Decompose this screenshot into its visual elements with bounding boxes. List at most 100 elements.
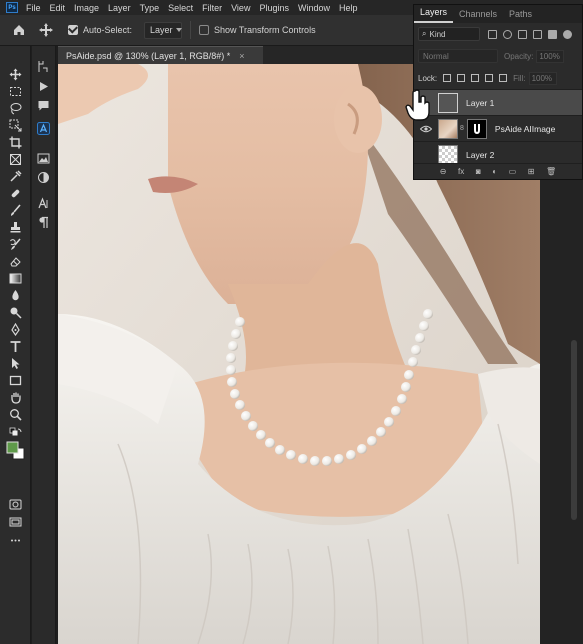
object-selection-icon[interactable]	[9, 119, 22, 132]
healing-brush-icon[interactable]	[9, 187, 22, 200]
eye-icon[interactable]	[420, 125, 432, 133]
menu-plugins[interactable]: Plugins	[259, 3, 289, 13]
menu-window[interactable]: Window	[298, 3, 330, 13]
lock-transparency-icon[interactable]	[443, 74, 452, 82]
link-icon: 8	[460, 125, 464, 132]
pixel-filter-icon[interactable]	[488, 29, 497, 39]
screen-mode-icon[interactable]	[9, 516, 22, 529]
path-selection-icon[interactable]	[9, 357, 22, 370]
layer-name: PsAide AIImage	[494, 123, 556, 134]
clone-stamp-icon[interactable]	[9, 221, 22, 234]
chevron-down-icon	[175, 28, 182, 32]
play-icon[interactable]	[37, 80, 50, 93]
new-layer-icon[interactable]: ⊞	[528, 167, 535, 176]
eyedropper-icon[interactable]	[9, 170, 22, 183]
type-filter-icon[interactable]	[518, 29, 527, 39]
close-tab-icon[interactable]: ×	[239, 51, 244, 61]
menu-view[interactable]: View	[231, 3, 250, 13]
shape-filter-icon[interactable]	[533, 29, 542, 39]
auto-select-checkbox[interactable]	[68, 25, 78, 35]
color-swatches[interactable]	[6, 441, 26, 461]
adjustment-filter-icon[interactable]	[503, 29, 512, 39]
layer-name: Layer 2	[466, 149, 495, 160]
layer-mask-thumbnail[interactable]	[466, 118, 487, 139]
document-tab[interactable]: PsAide.psd @ 130% (Layer 1, RGB/8#) * ×	[58, 46, 263, 64]
quick-mask-icon[interactable]	[9, 498, 22, 511]
auto-select-target-dropdown[interactable]: Layer	[144, 21, 183, 39]
tab-paths[interactable]: Paths	[503, 9, 538, 23]
tab-channels[interactable]: Channels	[453, 9, 503, 23]
history-brush-icon[interactable]	[9, 238, 22, 251]
menu-filter[interactable]: Filter	[202, 3, 222, 13]
move-icon[interactable]	[9, 68, 22, 81]
gradient-icon[interactable]	[9, 272, 22, 285]
crop-icon[interactable]	[9, 136, 22, 149]
layer-thumbnail	[438, 118, 458, 139]
lock-row: Lock: Fill: 100%	[414, 67, 582, 89]
blur-icon[interactable]	[9, 289, 22, 302]
lock-position-icon[interactable]	[471, 74, 480, 82]
fx-button[interactable]: fx	[458, 167, 464, 176]
menu-layer[interactable]: Layer	[108, 3, 131, 13]
smart-object-filter-icon[interactable]	[548, 29, 557, 39]
opacity-label: Opacity:	[504, 51, 534, 61]
opacity-input[interactable]: 100%	[536, 49, 565, 63]
tab-strip	[263, 46, 413, 64]
auto-select-label: Auto-Select:	[83, 25, 133, 35]
kind-filter-dropdown[interactable]: ⌕ Kind	[418, 27, 480, 41]
frame-icon[interactable]	[9, 153, 22, 166]
paragraph-icon[interactable]	[37, 216, 50, 229]
blend-row: Normal Opacity: 100%	[414, 45, 582, 67]
zoom-icon[interactable]	[9, 408, 22, 421]
menu-type[interactable]: Type	[140, 3, 160, 13]
search-icon: ⌕	[422, 29, 427, 38]
menu-image[interactable]: Image	[74, 3, 99, 13]
layer-row-layer-1[interactable]: Layer 1	[414, 89, 582, 115]
history-icon[interactable]	[37, 60, 50, 73]
blend-mode-dropdown[interactable]: Normal	[418, 49, 498, 63]
comment-icon[interactable]	[37, 99, 50, 112]
adjustment-layer-icon[interactable]: ◐	[492, 167, 497, 176]
lock-all-icon[interactable]	[499, 74, 508, 82]
link-layers-icon[interactable]: ⊖	[440, 167, 447, 176]
move-tool-icon[interactable]	[38, 22, 54, 38]
menu-file[interactable]: File	[26, 3, 41, 13]
eraser-icon[interactable]	[9, 255, 22, 268]
layer-row-psaide-aiimage[interactable]: 8 PsAide AIImage	[414, 115, 582, 141]
menu-help[interactable]: Help	[339, 3, 358, 13]
rectangle-icon[interactable]	[9, 374, 22, 387]
default-colors-icon[interactable]	[9, 427, 22, 440]
adjustments-icon[interactable]	[37, 171, 50, 184]
visibility-placeholder[interactable]	[420, 151, 432, 159]
lock-label: Lock:	[418, 73, 438, 83]
vertical-scrollbar[interactable]	[571, 340, 577, 520]
lock-icons	[443, 74, 508, 82]
filter-toggle-icon[interactable]	[563, 29, 572, 39]
filter-icons	[488, 29, 572, 39]
lasso-icon[interactable]	[9, 102, 22, 115]
lock-image-icon[interactable]	[457, 74, 466, 82]
menu-select[interactable]: Select	[168, 3, 193, 13]
folder-icon[interactable]: ▭	[509, 167, 517, 176]
brush-icon[interactable]	[9, 204, 22, 217]
tab-layers[interactable]: Layers	[414, 7, 454, 23]
dodge-icon[interactable]	[9, 306, 22, 319]
hand-icon[interactable]	[9, 391, 22, 404]
marquee-icon[interactable]	[9, 85, 22, 98]
type-icon[interactable]	[9, 340, 22, 353]
auto-select-target-value: Layer	[150, 25, 173, 35]
home-icon[interactable]	[12, 23, 26, 37]
fill-input[interactable]: 100%	[528, 71, 557, 85]
trash-icon[interactable]: 🗑	[546, 167, 556, 176]
image-panel-icon[interactable]	[37, 152, 50, 165]
document-title: PsAide.psd @ 130% (Layer 1, RGB/8#) *	[66, 50, 231, 61]
lock-artboard-icon[interactable]	[485, 74, 494, 82]
add-mask-icon[interactable]: ◙	[476, 167, 481, 176]
pen-icon[interactable]	[9, 323, 22, 336]
edit-toolbar-icon[interactable]	[9, 534, 22, 547]
transform-controls-checkbox[interactable]	[199, 25, 210, 35]
menu-edit[interactable]: Edit	[50, 3, 66, 13]
photoshop-logo: Ps	[6, 2, 18, 13]
psaide-plugin-icon[interactable]	[37, 122, 50, 135]
character-icon[interactable]	[37, 197, 50, 210]
